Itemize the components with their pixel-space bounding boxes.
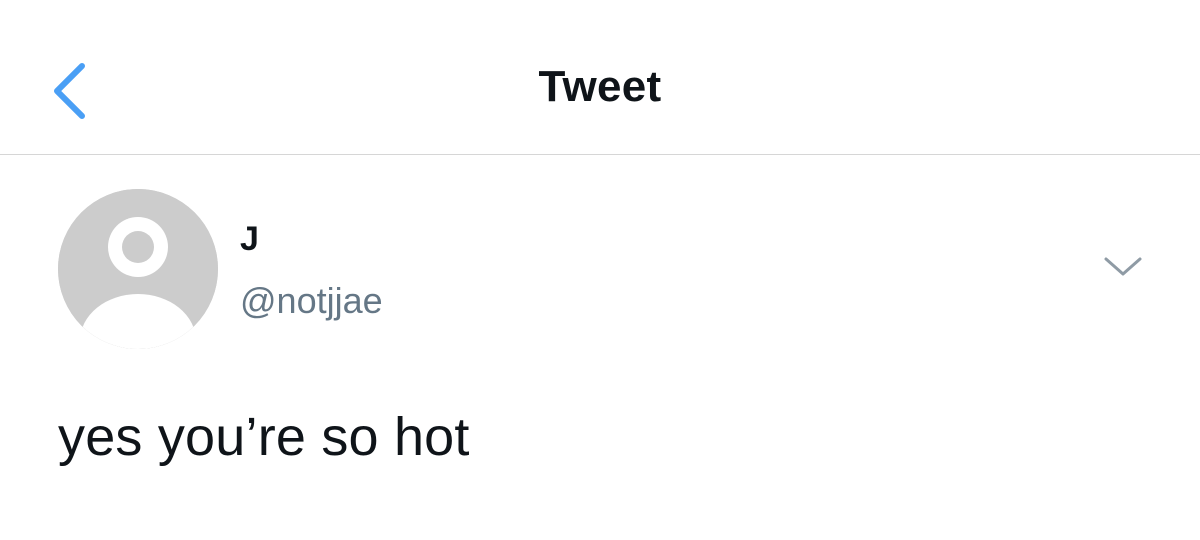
navigation-bar: Tweet [0,0,1200,155]
tweet-text: yes you’re so hot [58,407,470,467]
page-title: Tweet [538,62,662,111]
default-avatar-icon [58,189,218,349]
tweet-menu-button[interactable] [1100,252,1146,282]
author-display-name[interactable]: J [240,220,259,259]
tweet-detail: J @notjjae yes you’re so hot [0,156,1200,540]
author-handle[interactable]: @notjjae [240,280,383,322]
chevron-down-icon [1104,257,1142,276]
avatar[interactable] [58,189,218,349]
